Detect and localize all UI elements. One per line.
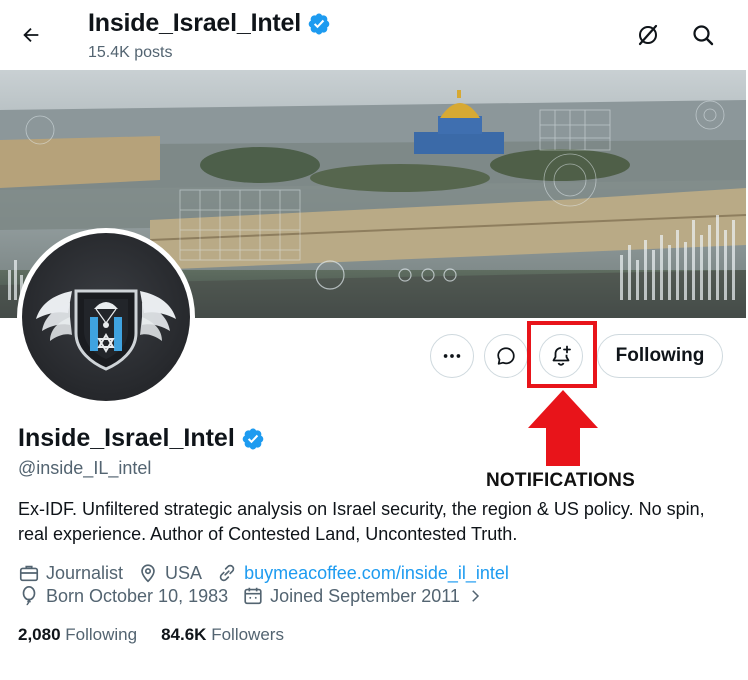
balloon-icon [22, 586, 36, 606]
birthday-item: Born October 10, 1983 [18, 585, 228, 607]
followers-count: 84.6K [161, 625, 207, 644]
grok-button[interactable] [629, 16, 667, 54]
location-pin-icon [141, 564, 155, 583]
following-button[interactable]: Following [597, 334, 723, 378]
more-button[interactable] [430, 334, 474, 378]
location-text: USA [165, 562, 203, 583]
calendar-icon [244, 587, 262, 605]
profession-item: Journalist [18, 562, 123, 584]
birthday-text: Born October 10, 1983 [46, 585, 229, 606]
followers-label: Followers [211, 625, 284, 644]
avatar-image [22, 233, 190, 401]
followers-stat[interactable]: 84.6K Followers [161, 625, 284, 645]
annotation-arrow-icon [528, 390, 598, 466]
location-item: USA [137, 562, 202, 584]
chevron-right-icon [472, 590, 479, 602]
website-item[interactable]: buymeacoffee.com/inside_il_intel [216, 562, 509, 584]
joined-item[interactable]: Joined September 2011 [242, 585, 484, 607]
notifications-highlight-box [527, 321, 597, 388]
joined-text: Joined September 2011 [270, 585, 460, 606]
briefcase-icon [19, 565, 39, 582]
profession-text: Journalist [46, 562, 124, 583]
following-count: 2,080 [18, 625, 61, 644]
verified-badge-icon [308, 13, 330, 34]
profile-bio: Ex-IDF. Unfiltered strategic analysis on… [18, 499, 705, 544]
notifications-annotation-label: NOTIFICATIONS [486, 470, 635, 491]
shield-wings-logo [36, 289, 176, 371]
message-button[interactable] [484, 334, 528, 378]
profile-meta-row-1: Journalist USA buymeacoffee.com/inside_i… [18, 562, 523, 584]
grok-icon [638, 24, 658, 46]
arrow-left-icon [23, 27, 39, 43]
profile-header: Inside_Israel_Intel 15.4K posts [0, 0, 748, 70]
following-label: Following [65, 625, 138, 644]
message-icon [497, 347, 515, 365]
search-button[interactable] [684, 16, 722, 54]
header-name: Inside_Israel_Intel [88, 9, 301, 37]
profile-meta-row-2: Born October 10, 1983 Joined September 2… [18, 585, 498, 607]
search-icon [693, 25, 714, 46]
following-stat[interactable]: 2,080 Following [18, 625, 137, 645]
profile-handle: @inside_IL_intel [18, 458, 152, 478]
verified-badge-icon[interactable] [241, 427, 265, 451]
back-button[interactable] [12, 16, 50, 54]
more-dots-icon [443, 354, 461, 358]
profile-name: Inside_Israel_Intel [18, 424, 265, 453]
follow-stats: 2,080 Following 84.6K Followers [18, 625, 284, 645]
display-name: Inside_Israel_Intel [18, 424, 235, 452]
posts-count: 15.4K posts [88, 44, 173, 61]
profile-avatar[interactable] [17, 228, 195, 406]
header-title: Inside_Israel_Intel [88, 9, 331, 38]
link-icon [219, 564, 235, 582]
website-link[interactable]: buymeacoffee.com/inside_il_intel [244, 563, 509, 584]
